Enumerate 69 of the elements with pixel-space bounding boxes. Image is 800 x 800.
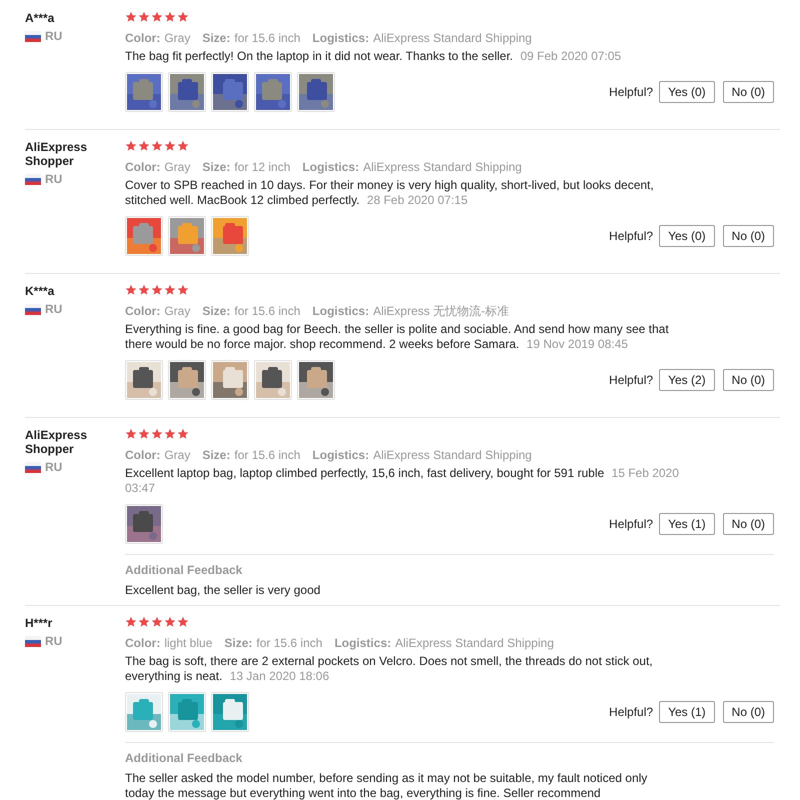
logistics-value: AliExpress Standard Shipping: [373, 448, 532, 462]
meta-label: Logistics:: [302, 160, 360, 174]
logistics-value: AliExpress Standard Shipping: [363, 160, 522, 174]
size-value: for 12 inch: [234, 160, 290, 174]
no-button[interactable]: No (0): [722, 81, 774, 103]
country-code: RU: [45, 460, 62, 474]
color-value: Gray: [164, 304, 190, 318]
review-text: Cover to SPB reached in 10 days. For their money is very high quality, short-lived, but looks decent, stitched well. MacBook 12 climbed perfectly. 28 Feb 2020 07:15: [125, 178, 655, 208]
logistics-value: AliExpress 无忧物流-标准: [373, 304, 510, 318]
color-value: Gray: [164, 160, 190, 174]
flag-icon: [25, 30, 41, 42]
no-button[interactable]: No (0): [722, 369, 774, 391]
size-value: for 15.6 inch: [256, 636, 322, 650]
yes-button[interactable]: Yes (0): [659, 225, 715, 247]
helpful-label: Helpful?: [609, 373, 654, 387]
color-value: Gray: [164, 31, 190, 45]
helpful-label: Helpful?: [609, 517, 654, 531]
no-button[interactable]: No (0): [722, 225, 774, 247]
additional-feedback-label: Additional Feedback: [125, 750, 244, 766]
yes-button[interactable]: Yes (1): [659, 701, 715, 723]
meta-label: Color:: [125, 304, 160, 318]
color-value: light blue: [164, 636, 212, 650]
flag-icon: [25, 304, 41, 314]
additional-feedback-text: The seller asked the model number, before sending as it may not be suitable, my fault noticed only today the message but everything went into the bag, everything is fine. Seller recommend: [125, 771, 648, 800]
color-value: Gray: [164, 448, 190, 462]
review-text: Excellent laptop bag, laptop climbed perfectly, 15,6 inch, fast delivery, bought for 591 ruble 15 Feb 2020 03:47: [125, 466, 680, 496]
meta-label: Logistics:: [312, 304, 370, 318]
meta-label: Logistics:: [334, 636, 392, 650]
meta-label: Color:: [125, 160, 160, 174]
additional-feedback-label: Additional Feedback: [125, 562, 244, 578]
meta-label: Size:: [224, 636, 252, 650]
meta-label: Color:: [125, 448, 160, 462]
meta-label: Size:: [202, 304, 230, 318]
meta-label: Logistics:: [312, 31, 370, 45]
country-code: RU: [45, 302, 62, 316]
meta-label: Size:: [202, 160, 230, 174]
helpful-label: Helpful?: [609, 229, 654, 243]
size-value: for 15.6 inch: [234, 31, 300, 45]
meta-label: Size:: [202, 31, 230, 45]
size-value: for 15.6 inch: [234, 448, 300, 462]
helpful-label: Helpful?: [609, 705, 654, 719]
yes-button[interactable]: Yes (0): [659, 81, 715, 103]
flag-icon: [25, 174, 41, 184]
reviewer-name: A***a: [25, 11, 56, 25]
meta-label: Color:: [125, 31, 160, 45]
review-text: The bag fit perfectly! On the laptop in it did not wear. Thanks to the seller. 09 Feb 2020 07:05: [125, 49, 622, 64]
meta-label: Logistics:: [312, 448, 370, 462]
logistics-value: AliExpress Standard Shipping: [395, 636, 554, 650]
reviewer-name: AliExpress Shopper: [25, 140, 88, 168]
flag-icon: [25, 462, 41, 472]
reviewer-name: H***r: [25, 616, 54, 630]
additional-feedback-text: Excellent bag, the seller is very good: [125, 583, 322, 598]
meta-label: Size:: [202, 448, 230, 462]
yes-button[interactable]: Yes (1): [659, 513, 715, 535]
country-code: RU: [45, 634, 62, 648]
no-button[interactable]: No (0): [722, 513, 774, 535]
flag-icon: [25, 636, 41, 646]
review-text: The bag is soft, there are 2 external pockets on Velcro. Does not smell, the threads do not stick out, everything is neat. 13 Jan 2020 18:06: [125, 654, 654, 684]
size-value: for 15.6 inch: [234, 304, 300, 318]
country-code: RU: [45, 172, 62, 186]
no-button[interactable]: No (0): [722, 701, 774, 723]
yes-button[interactable]: Yes (2): [659, 369, 715, 391]
reviewer-name: K***a: [25, 284, 56, 298]
logistics-value: AliExpress Standard Shipping: [373, 31, 532, 45]
helpful-label: Helpful?: [609, 85, 654, 99]
meta-label: Color:: [125, 636, 160, 650]
reviewer-name: AliExpress Shopper: [25, 428, 88, 456]
country-code: RU: [45, 29, 62, 43]
review-text: Everything is fine. a good bag for Beech. the seller is polite and sociable. And send how many see that there would be no force major. shop recommend. 2 weeks before Samara. 19 Nov 2019 08:45: [125, 322, 670, 352]
